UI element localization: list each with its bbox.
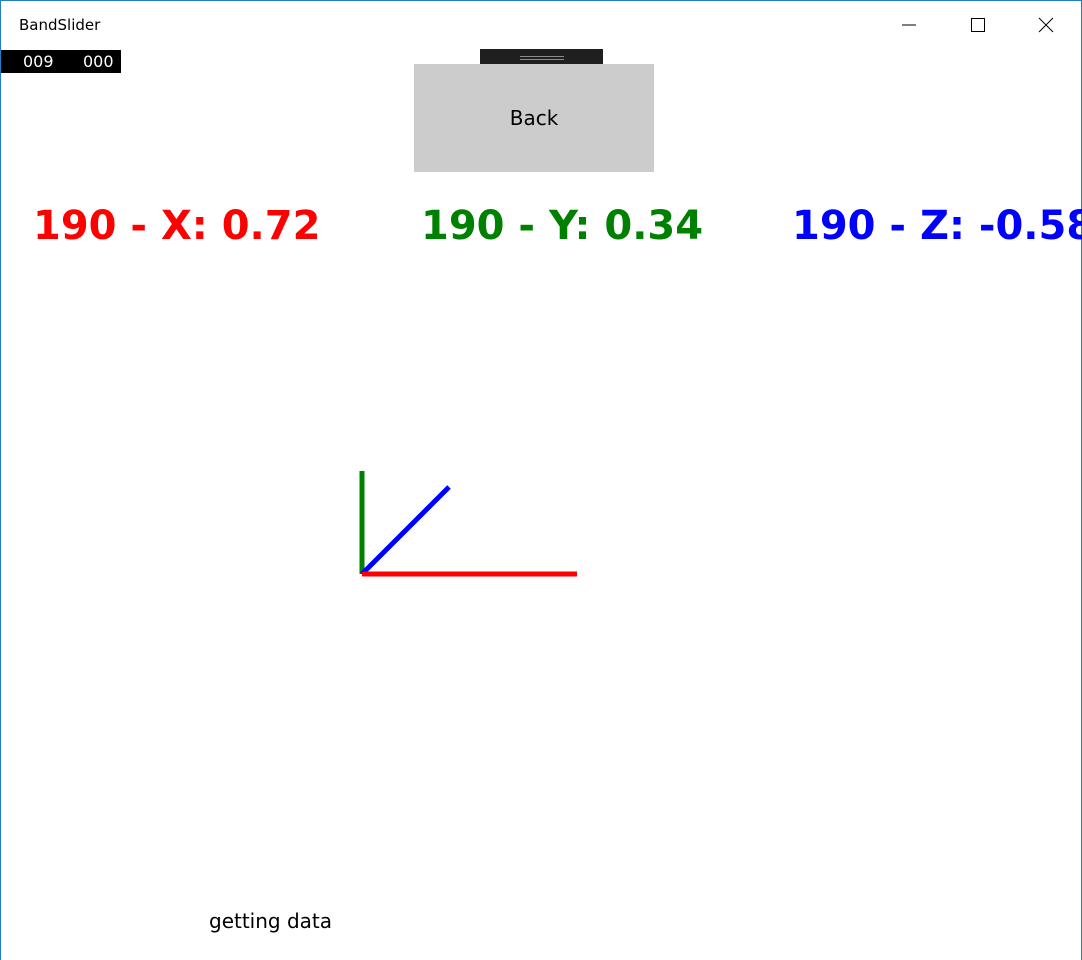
window-title: BandSlider [19, 16, 101, 34]
maximize-icon [971, 18, 985, 32]
z-axis-line [360, 485, 451, 576]
app-window: BandSlider 009 000 Back 190 - X: 0.72 19… [0, 0, 1082, 960]
y-readout: 190 - Y: 0.34 [421, 203, 704, 249]
z-readout: 190 - Z: -0.58 [792, 203, 1082, 249]
maximize-button[interactable] [944, 1, 1012, 49]
minimize-icon [902, 24, 916, 26]
minimize-button[interactable] [875, 1, 943, 49]
counter-value-2: 000 [83, 52, 114, 71]
status-text: getting data [209, 909, 333, 933]
axes-visualization [359, 471, 577, 577]
frame-counter: 009 000 [1, 50, 121, 73]
grip-line [520, 59, 564, 60]
counter-value-1: 009 [23, 52, 54, 71]
close-button[interactable] [1012, 1, 1080, 49]
title-bar[interactable]: BandSlider [1, 1, 1081, 49]
close-icon [1038, 17, 1054, 33]
grip-line [520, 56, 564, 57]
x-readout: 190 - X: 0.72 [33, 203, 321, 249]
back-button[interactable]: Back [414, 64, 654, 172]
